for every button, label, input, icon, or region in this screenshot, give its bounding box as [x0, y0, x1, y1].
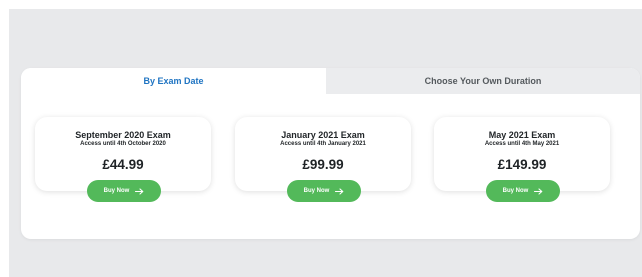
plan-price: £99.99: [302, 157, 344, 172]
tab-bar: By Exam Date Choose Your Own Duration: [21, 68, 640, 94]
tab-by-exam-date[interactable]: By Exam Date: [21, 68, 326, 94]
buy-now-button[interactable]: Buy Now: [87, 180, 161, 202]
buy-now-label: Buy Now: [502, 188, 529, 194]
arrow-right-icon: [335, 187, 344, 195]
pricing-panel: By Exam Date Choose Your Own Duration Se…: [21, 68, 640, 239]
buy-now-label: Buy Now: [103, 188, 130, 194]
buy-now-button[interactable]: Buy Now: [287, 180, 361, 202]
plan-title: January 2021 Exam: [281, 130, 365, 140]
plan-price: £149.99: [497, 157, 547, 172]
plan-card-january-2021: January 2021 Exam Access until 4th Janua…: [235, 117, 411, 202]
plan-card-september-2020: September 2020 Exam Access until 4th Oct…: [35, 117, 211, 202]
tab-choose-your-own-duration[interactable]: Choose Your Own Duration: [326, 68, 640, 94]
plan-price: £44.99: [102, 157, 144, 172]
plan-title: September 2020 Exam: [75, 130, 171, 140]
buy-now-button[interactable]: Buy Now: [486, 180, 560, 202]
plan-access: Access until 4th January 2021: [280, 141, 366, 147]
plan-card-may-2021: May 2021 Exam Access until 4th May 2021 …: [434, 117, 610, 202]
plan-access: Access until 4th May 2021: [484, 141, 560, 147]
arrow-right-icon: [534, 187, 543, 195]
arrow-right-icon: [135, 187, 144, 195]
plan-title: May 2021 Exam: [488, 130, 556, 140]
plan-access: Access until 4th October 2020: [80, 141, 166, 147]
buy-now-label: Buy Now: [303, 188, 330, 194]
